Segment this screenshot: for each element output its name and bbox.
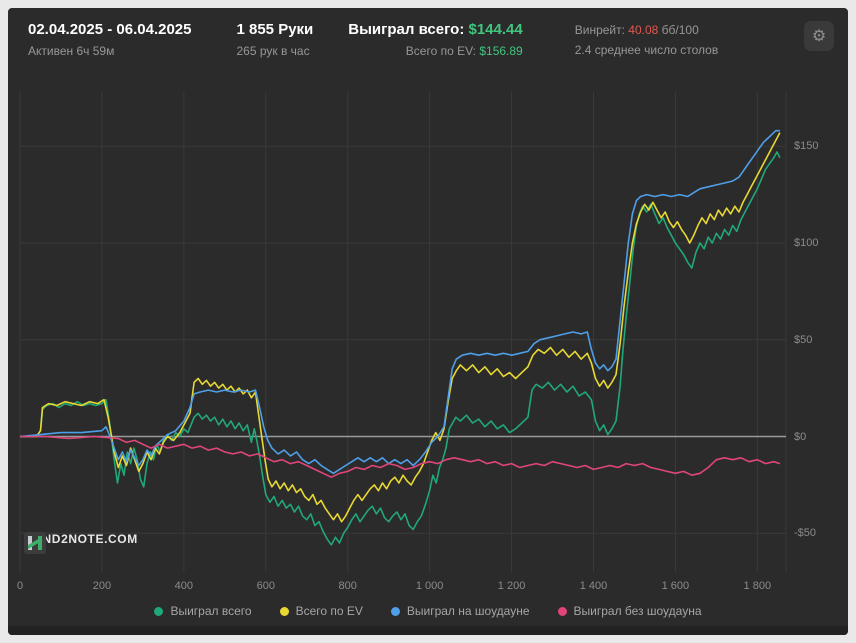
y-tick-label: $50 xyxy=(794,333,813,346)
legend-dot-icon xyxy=(390,606,400,616)
legend-item[interactable]: Всего по EV xyxy=(279,604,363,618)
ev-total-value: $156.89 xyxy=(479,44,523,58)
won-total-value: $144.44 xyxy=(468,21,523,38)
active-time: Активен 6ч 59м xyxy=(28,44,115,58)
hands-info-block: 1 855 Руки 265 рук в час xyxy=(236,21,313,58)
legend-label: Выиграл всего xyxy=(170,604,252,618)
legend-item[interactable]: Выиграл на шоудауне xyxy=(390,604,530,618)
legend-label: Всего по EV xyxy=(295,604,363,618)
x-tick-label: 800 xyxy=(338,580,357,592)
legend-label: Выиграл на шоудауне xyxy=(406,604,530,618)
ev-total-line: Всего по EV: $156.89 xyxy=(348,44,523,58)
session-info-block: 02.04.2025 - 06.04.2025 Активен 6ч 59м xyxy=(28,21,191,58)
winnings-info-block: Выиграл всего: $144.44 Всего по EV: $156… xyxy=(348,21,522,58)
x-tick-label: 0 xyxy=(16,580,24,592)
legend-label: Выиграл без шоудауна xyxy=(573,604,702,618)
winrate-label: Винрейт: xyxy=(574,23,625,37)
legend-dot-icon xyxy=(279,606,289,616)
y-tick-label: $150 xyxy=(794,140,819,153)
legend-item[interactable]: Выиграл без шоудауна xyxy=(557,604,702,618)
chart-legend: Выиграл всего Всего по EV Выиграл на шоуда… xyxy=(8,596,848,626)
x-tick-label: 1 000 xyxy=(415,580,444,592)
ev-total-label: Всего по EV: xyxy=(405,44,476,58)
x-tick-label: 1 400 xyxy=(579,580,608,592)
y-tick-label: -$50 xyxy=(794,527,817,540)
avg-tables: 2.4 среднее число столов xyxy=(574,43,719,57)
settings-gear-button[interactable]: ⚙ xyxy=(804,21,834,51)
winnings-chart[interactable]: 0 200 400 600 800 1 000 1 200 1 400 1 600 1 800 $… xyxy=(8,78,848,596)
x-tick-label: 1 200 xyxy=(497,580,526,592)
winrate-value: 40.08 xyxy=(628,23,659,37)
won-total-line: Выиграл всего: $144.44 xyxy=(348,21,522,38)
x-tick-label: 400 xyxy=(174,580,194,592)
y-tick-label: $0 xyxy=(794,430,807,443)
hands-count: 1 855 Руки xyxy=(236,21,314,38)
x-tick-label: 1 800 xyxy=(743,580,772,592)
series-line-Выиграл всего xyxy=(20,151,781,546)
legend-item[interactable]: Выиграл всего xyxy=(154,604,252,618)
won-total-label: Выиграл всего: xyxy=(348,21,465,38)
x-tick-label: 600 xyxy=(256,580,275,592)
bottom-strip xyxy=(8,626,848,635)
hand2note-logo-icon xyxy=(24,532,46,554)
stats-header: 02.04.2025 - 06.04.2025 Активен 6ч 59м 1… xyxy=(8,8,848,78)
hand2note-graph-panel: 02.04.2025 - 06.04.2025 Активен 6ч 59м 1… xyxy=(8,8,848,635)
watermark: HAND2NOTE.COM xyxy=(24,532,138,554)
y-tick-label: $100 xyxy=(794,236,819,249)
winrate-unit: бб/100 xyxy=(661,23,699,37)
series-line-Выиграл на шоудауне xyxy=(19,129,780,475)
x-tick-label: 1 600 xyxy=(661,580,690,592)
date-range: 02.04.2025 - 06.04.2025 xyxy=(28,21,192,38)
x-tick-label: 200 xyxy=(92,580,112,592)
winrate-line: Винрейт: 40.08 бб/100 xyxy=(575,23,718,37)
gear-icon: ⚙ xyxy=(811,28,827,45)
legend-dot-icon xyxy=(154,606,164,616)
hands-per-hour: 265 рук в час xyxy=(236,44,310,58)
legend-dot-icon xyxy=(557,606,567,616)
chart-canvas[interactable] xyxy=(8,78,848,596)
winrate-info-block: Винрейт: 40.08 бб/100 2.4 среднее число … xyxy=(575,21,718,57)
